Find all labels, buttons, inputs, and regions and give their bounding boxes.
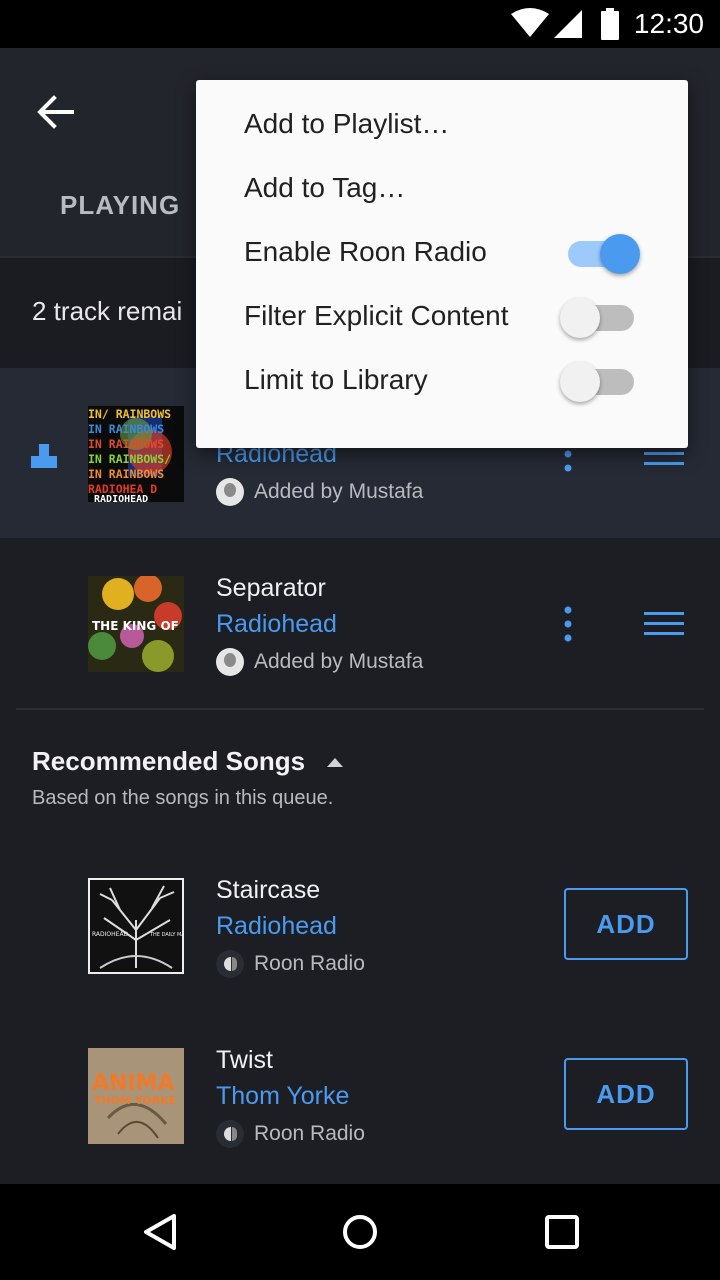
roon-radio-toggle[interactable]: [564, 234, 640, 274]
menu-limit-to-library[interactable]: Limit to Library: [244, 364, 428, 396]
wifi-icon: [511, 8, 549, 37]
filter-explicit-toggle[interactable]: [560, 298, 636, 338]
track-title[interactable]: Separator: [216, 574, 326, 603]
svg-text:THOM YORKE: THOM YORKE: [94, 1094, 176, 1107]
user-avatar: [216, 478, 244, 506]
svg-text:IN RAINBOWS: IN RAINBOWS: [88, 467, 164, 481]
user-avatar: [216, 648, 244, 676]
divider: [16, 708, 704, 710]
album-art-king-of-limbs: THE KING OF LIMBS: [88, 576, 184, 672]
svg-text:ANIMA: ANIMA: [92, 1071, 175, 1096]
track-title[interactable]: Twist: [216, 1046, 273, 1075]
source-text: Roon Radio: [254, 1122, 365, 1145]
track-artist[interactable]: Thom Yorke: [216, 1082, 349, 1111]
svg-text:IN RAINBOWS: IN RAINBOWS: [88, 437, 164, 451]
svg-text:RADIOHEAD: RADIOHEAD: [92, 931, 129, 938]
toggle-knob: [600, 234, 640, 274]
limit-library-toggle[interactable]: [560, 362, 636, 402]
add-button[interactable]: ADD: [564, 888, 688, 960]
tab-playing[interactable]: PLAYING: [60, 190, 180, 221]
svg-text:_RADIOHEAD: _RADIOHEAD: [88, 494, 148, 502]
source-label: Roon Radio: [216, 1120, 365, 1148]
svg-text:IN RAINBOWS/: IN RAINBOWS/: [88, 452, 171, 466]
menu-add-to-tag[interactable]: Add to Tag…: [244, 172, 405, 204]
toggle-knob: [560, 362, 600, 402]
added-by-label: Added by Mustafa: [254, 480, 424, 503]
more-options-icon[interactable]: [556, 604, 580, 644]
now-playing-icon: [31, 444, 57, 468]
source-label: Roon Radio: [216, 950, 365, 978]
svg-text:THE DAILY MAIL: THE DAILY MAIL: [149, 932, 182, 938]
album-art-anima: ANIMA THOM YORKE: [88, 1048, 184, 1144]
recommended-subtitle: Based on the songs in this queue.: [32, 787, 334, 809]
menu-add-to-playlist[interactable]: Add to Playlist…: [244, 108, 449, 140]
nav-recents-icon[interactable]: [544, 1214, 580, 1250]
roon-radio-icon: [216, 950, 244, 978]
svg-text:IN RAINBOWS: IN RAINBOWS: [88, 422, 164, 436]
status-time: 12:30: [633, 8, 704, 39]
album-art-in-rainbows: IN/ RAINBOWS IN RAINBOWS IN RAINBOWS IN …: [88, 406, 184, 502]
menu-filter-explicit[interactable]: Filter Explicit Content: [244, 300, 509, 332]
svg-text:IN/ RAINBOWS: IN/ RAINBOWS: [88, 407, 171, 421]
track-artist[interactable]: Radiohead: [216, 912, 337, 941]
added-by-label: Added by Mustafa: [254, 650, 424, 673]
nav-back-icon[interactable]: [140, 1212, 180, 1252]
added-by: Added by Mustafa: [216, 648, 423, 676]
remaining-tracks-text: 2 track remai: [32, 296, 183, 326]
recommended-title[interactable]: Recommended Songs: [32, 746, 305, 777]
queue-row[interactable]: THE KING OF LIMBS Separator Radiohead Ad…: [0, 538, 720, 708]
track-artist[interactable]: Radiohead: [216, 610, 337, 639]
overflow-menu: Add to Playlist… Add to Tag… Enable Roon…: [196, 80, 688, 448]
status-bar: 12:30: [0, 0, 720, 48]
nav-home-icon[interactable]: [340, 1212, 380, 1252]
toggle-knob: [560, 298, 600, 338]
signal-icon: [554, 10, 582, 38]
track-title[interactable]: Staircase: [216, 876, 320, 905]
album-art-daily-mail-staircase: RADIOHEAD THE DAILY MAIL: [88, 878, 184, 974]
back-arrow-icon[interactable]: [32, 88, 80, 136]
navigation-bar: [0, 1184, 720, 1280]
added-by: Added by Mustafa: [216, 478, 423, 506]
source-text: Roon Radio: [254, 952, 365, 975]
collapse-caret-icon[interactable]: [324, 754, 346, 770]
add-button[interactable]: ADD: [564, 1058, 688, 1130]
svg-text:THE KING OF LIMBS: THE KING OF LIMBS: [92, 619, 184, 633]
battery-icon: [601, 8, 619, 40]
drag-handle-icon[interactable]: [644, 608, 684, 640]
roon-radio-icon: [216, 1120, 244, 1148]
recommended-row[interactable]: ANIMA THOM YORKE Twist Thom Yorke Roon R…: [0, 1010, 720, 1180]
menu-enable-roon-radio[interactable]: Enable Roon Radio: [244, 236, 487, 268]
recommended-row[interactable]: RADIOHEAD THE DAILY MAIL Staircase Radio…: [0, 840, 720, 1010]
